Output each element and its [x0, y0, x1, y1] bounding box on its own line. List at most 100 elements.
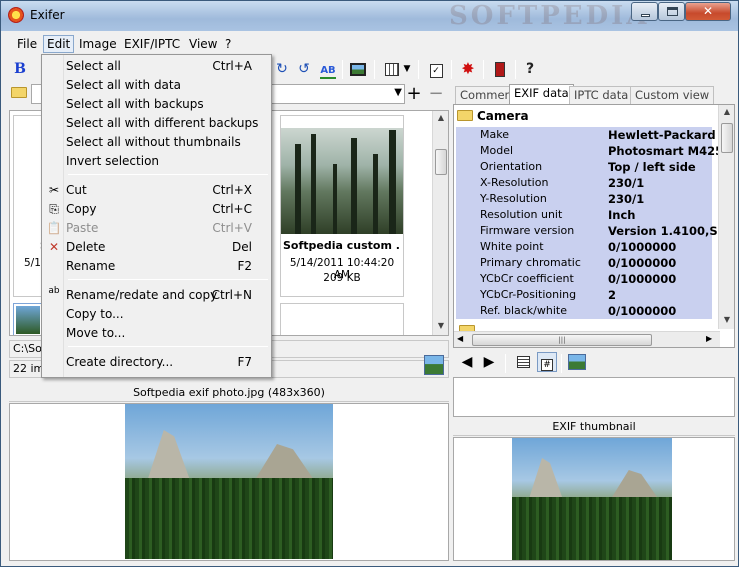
- exif-group-camera[interactable]: Camera: [457, 109, 529, 127]
- exif-value: 0/1000000: [608, 304, 677, 318]
- exif-row[interactable]: Firmware version Version 1.4100,SN: [456, 223, 727, 239]
- exif-row[interactable]: Primary chromatic 0/1000000: [456, 255, 712, 271]
- menu-item-rename-redate-and-copy[interactable]: ab Rename/redate and copy Ctrl+N: [44, 286, 270, 305]
- exif-key: Firmware version: [480, 224, 575, 237]
- detail-view-icon[interactable]: #: [537, 352, 557, 372]
- splat-icon[interactable]: ✸: [457, 58, 479, 80]
- scroll-thumb[interactable]: [721, 123, 733, 153]
- exif-row[interactable]: White point 0/1000000: [456, 239, 712, 255]
- menu-edit[interactable]: Edit: [43, 35, 75, 53]
- maximize-button[interactable]: [658, 2, 685, 21]
- scroll-thumb[interactable]: |||: [472, 334, 652, 346]
- image-view-icon[interactable]: [567, 352, 587, 372]
- open-folder-icon[interactable]: [11, 86, 27, 100]
- help-icon[interactable]: ?: [519, 58, 541, 80]
- scroll-up-icon[interactable]: ▲: [433, 113, 448, 122]
- exif-row[interactable]: Ref. black/white 0/1000000: [456, 303, 712, 319]
- menu-item-label: Delete: [66, 240, 106, 254]
- menu-item-cut[interactable]: ✂ Cut Ctrl+X: [44, 181, 270, 200]
- exif-key: X-Resolution: [480, 176, 549, 189]
- add-button[interactable]: +: [405, 84, 423, 104]
- tab-exif-data[interactable]: EXIF data: [509, 84, 574, 104]
- menu-item-label: Move to...: [66, 326, 126, 340]
- watermark: SOFTPEDIA: [449, 1, 650, 31]
- previous-icon[interactable]: ◀: [457, 352, 477, 372]
- menu-item-select-all-without-thumbnails[interactable]: Select all without thumbnails: [44, 133, 270, 152]
- menu-separator: [68, 346, 268, 347]
- delete-icon: ✕: [48, 240, 60, 254]
- exif-key: Y-Resolution: [480, 192, 547, 205]
- menu-separator: [68, 174, 268, 175]
- scroll-up-icon[interactable]: ▲: [719, 107, 734, 116]
- menu-item-label: Select all: [66, 59, 121, 73]
- close-button[interactable]: ✕: [685, 2, 731, 21]
- menu-item-copy-to[interactable]: Copy to...: [44, 305, 270, 324]
- exif-row[interactable]: Make Hewlett-Packard: [456, 127, 716, 143]
- tab-iptc-data[interactable]: IPTC data: [569, 86, 634, 104]
- folder-icon: [457, 110, 473, 121]
- exif-row[interactable]: Y-Resolution 230/1: [456, 191, 712, 207]
- exif-value: Photosmart M425: [608, 144, 724, 158]
- bold-b-icon[interactable]: B: [9, 58, 31, 80]
- scroll-down-icon[interactable]: ▼: [719, 315, 734, 324]
- minimize-button[interactable]: [631, 2, 658, 21]
- thumbnail-scrollbar[interactable]: ▲ ▼: [432, 111, 448, 335]
- exif-vscrollbar[interactable]: ▲ ▼: [718, 105, 734, 329]
- scroll-thumb[interactable]: [435, 149, 447, 175]
- list-view-icon[interactable]: [513, 352, 533, 372]
- menu-item-select-all-with-data[interactable]: Select all with data: [44, 76, 270, 95]
- menu-item-label: Copy: [66, 202, 97, 216]
- scroll-right-icon[interactable]: ▶: [706, 334, 712, 343]
- menu-item-shortcut: Ctrl+C: [212, 202, 252, 216]
- menu-view[interactable]: View: [186, 36, 220, 54]
- rotate-left-icon[interactable]: ↺: [293, 58, 315, 80]
- chevron-down-icon[interactable]: ▼: [394, 87, 402, 98]
- menu-item-select-all-with-different-backups[interactable]: Select all with different backups: [44, 114, 270, 133]
- remove-button[interactable]: −: [427, 84, 445, 104]
- exif-value: 2: [608, 288, 617, 302]
- scroll-left-icon[interactable]: ◀: [457, 334, 463, 343]
- menu-item-create-directory[interactable]: Create directory... F7: [44, 353, 270, 372]
- exif-row[interactable]: YCbCr coefficient 0/1000000: [456, 271, 712, 287]
- menu-help[interactable]: ?: [222, 36, 234, 54]
- window-title: Exifer: [30, 8, 65, 22]
- exif-row[interactable]: Resolution unit Inch: [456, 207, 712, 223]
- card-icon[interactable]: [489, 58, 511, 80]
- menu-item-select-all[interactable]: Select all Ctrl+A: [44, 57, 270, 76]
- next-icon[interactable]: ▶: [479, 352, 499, 372]
- menu-item-label: Create directory...: [66, 355, 174, 369]
- menu-item-rename[interactable]: Rename F2: [44, 257, 270, 276]
- menu-item-label: Invert selection: [66, 154, 160, 168]
- exif-hscrollbar[interactable]: ◀ ||| ▶: [454, 331, 720, 347]
- exif-row[interactable]: Orientation Top / left side: [456, 159, 712, 175]
- close-icon: ✕: [702, 4, 714, 18]
- menu-exif-iptc[interactable]: EXIF/IPTC: [121, 36, 183, 54]
- menu-item-invert-selection[interactable]: Invert selection: [44, 152, 270, 171]
- checklist-icon[interactable]: ✓: [425, 58, 447, 80]
- menu-item-copy[interactable]: ⎘ Copy Ctrl+C: [44, 200, 270, 219]
- preview-caption: Softpedia exif photo.jpg (483x360): [9, 384, 449, 402]
- thumbnail-nav: ◀ ▶ #: [453, 350, 735, 376]
- menu-item-delete[interactable]: ✕ Delete Del: [44, 238, 270, 257]
- tab-custom-view[interactable]: Custom view: [630, 86, 715, 104]
- exif-row[interactable]: X-Resolution 230/1: [456, 175, 712, 191]
- menu-bar: File Edit Image EXIF/IPTC View ?: [2, 34, 737, 54]
- thumbnail-card[interactable]: [280, 303, 404, 335]
- exif-row[interactable]: YCbCr-Positioning 2: [456, 287, 712, 303]
- image-preview: [9, 403, 449, 561]
- comment-box[interactable]: [453, 377, 735, 417]
- scroll-down-icon[interactable]: ▼: [433, 321, 448, 330]
- preview-toggle-icon[interactable]: [424, 355, 444, 375]
- thumbnail-card[interactable]: Softpedia custom ... 5/14/2011 10:44:20 …: [280, 115, 404, 297]
- image-view-icon[interactable]: [347, 58, 369, 80]
- menu-item-move-to[interactable]: Move to...: [44, 324, 270, 343]
- grid-view-icon[interactable]: [381, 58, 403, 80]
- menu-file[interactable]: File: [14, 36, 40, 54]
- rotate-right-icon[interactable]: ↻: [271, 58, 293, 80]
- exif-key: Model: [480, 144, 514, 157]
- menu-image[interactable]: Image: [76, 36, 120, 54]
- ab-text-icon[interactable]: AB: [317, 58, 339, 80]
- menu-item-select-all-with-backups[interactable]: Select all with backups: [44, 95, 270, 114]
- grid-view-dropdown-icon[interactable]: ▼: [401, 58, 413, 80]
- exif-row[interactable]: Model Photosmart M425: [456, 143, 723, 159]
